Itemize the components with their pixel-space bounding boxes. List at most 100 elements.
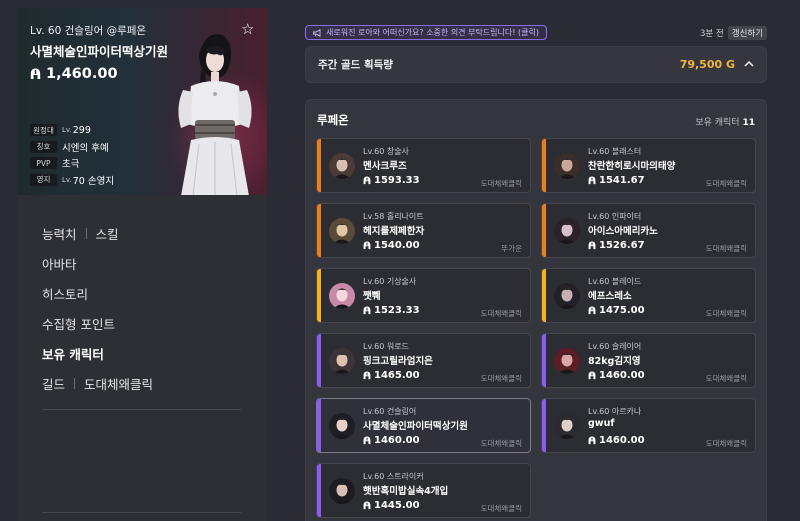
character-gold-value: 1460.00 xyxy=(599,370,645,381)
character-gold: 1460.00 xyxy=(363,435,420,446)
character-name: 멘사크루즈 xyxy=(363,161,407,172)
character-card[interactable]: Lv.60 스트라이커 햇반혹미밥실속4개입 1445.00 도대체왜클릭 xyxy=(316,463,531,518)
menu-item-collectibles[interactable]: 수집형 포인트 xyxy=(42,308,153,338)
menu-item-history[interactable]: 히스토리 xyxy=(42,278,153,308)
tier-bar xyxy=(317,464,321,517)
feedback-notice-link[interactable]: 새로워진 로아와 어떠신가요? 소중한 의견 부탁드립니다! (클릭) xyxy=(305,25,547,40)
server-name: 루페온 xyxy=(317,113,349,127)
favorite-star-icon[interactable]: ☆ xyxy=(241,20,254,38)
character-card[interactable]: Lv.60 블래스터 찬란한히로시마의태양 1541.67 도대체왜클릭 xyxy=(541,138,756,193)
character-card[interactable]: Lv.60 인파이터아이스아메리카노 1526.67 도대체왜클릭 xyxy=(541,203,756,258)
character-gold-value: 1523.33 xyxy=(374,305,420,316)
menu-stats-skill: 능력치 스킬 xyxy=(42,218,153,248)
character-level-class: Lv.60 워로드 xyxy=(363,342,409,351)
character-card[interactable]: Lv.60 워로드 핑크고릴라엄지은 1465.00 도대체왜클릭 xyxy=(316,333,531,388)
character-avatar xyxy=(329,348,355,374)
character-avatar xyxy=(554,218,580,244)
menu-item-stats[interactable]: 능력치 xyxy=(42,224,77,243)
tier-bar xyxy=(317,269,321,322)
character-guild: 도대체왜클릭 xyxy=(705,374,747,383)
character-avatar xyxy=(329,153,355,179)
character-card[interactable]: Lv.58 홀리나이트 헤지를제페한자 1540.00 뚜가운 xyxy=(316,203,531,258)
gold-helmet-icon xyxy=(588,241,596,250)
hero-gold: 1,460.00 xyxy=(30,66,118,82)
server-character-list: 루페온 보유 캐릭터 11 Lv.60 창술사 멘사크루즈 1593.33 도대체왜클… xyxy=(305,99,767,521)
character-name: 햇반혹미밥실속4개입 xyxy=(363,486,449,497)
stat-value: 초극 xyxy=(62,159,80,170)
character-avatar xyxy=(554,413,580,439)
character-card[interactable]: Lv.60 창술사 멘사크루즈 1593.33 도대체왜클릭 xyxy=(316,138,531,193)
character-card[interactable]: Lv.60 슬레이어 82kg김지영 1460.00 도대체왜클릭 xyxy=(541,333,756,388)
character-level-class: Lv.60 건슬링어 xyxy=(363,407,417,416)
owned-count-value: 11 xyxy=(742,118,755,128)
character-card[interactable]: Lv.60 아르카나 gwuf 1460.00 도대체왜클릭 xyxy=(541,398,756,453)
character-avatar xyxy=(329,413,355,439)
menu-item-guild[interactable]: 길드 xyxy=(42,374,65,393)
character-name: 아이스아메리카노 xyxy=(588,226,658,237)
character-level-class: Lv.60 블레이드 xyxy=(588,277,642,286)
character-avatar xyxy=(329,478,355,504)
refresh-button[interactable]: 갱신하기 xyxy=(727,26,768,40)
stat-value: 299 xyxy=(72,124,91,136)
character-gold-value: 1460.00 xyxy=(374,435,420,446)
menu-item-skill[interactable]: 스킬 xyxy=(96,224,119,243)
stat-estate: 영지 Lv. 70 손영지 xyxy=(30,172,114,188)
weekly-gold-value: 79,500 G xyxy=(679,58,735,71)
stat-title: 칭호 시엔의 후예 xyxy=(30,139,114,155)
character-gold: 1465.00 xyxy=(363,370,420,381)
character-gold-value: 1465.00 xyxy=(374,370,420,381)
tier-bar xyxy=(317,204,321,257)
chevron-up-icon xyxy=(744,59,754,70)
character-guild: 도대체왜클릭 xyxy=(705,179,747,188)
menu-guild: 길드 도대체왜클릭 xyxy=(42,368,153,398)
character-name: gwuf xyxy=(588,418,615,429)
character-gold-value: 1526.67 xyxy=(599,240,645,251)
stat-pvp: PVP 초극 xyxy=(30,155,114,171)
character-gold: 1523.33 xyxy=(363,305,420,316)
gold-helmet-icon xyxy=(30,68,41,79)
gold-helmet-icon xyxy=(588,176,596,185)
menu-separator xyxy=(85,227,87,239)
character-card[interactable]: Lv.60 기상술사 쨋쀄 1523.33 도대체왜클릭 xyxy=(316,268,531,323)
character-gold-value: 1475.00 xyxy=(599,305,645,316)
character-name: 쨋쀄 xyxy=(363,291,381,302)
character-card[interactable]: Lv.60 건슬링어 사멸체술인파이터떡상기원 1460.00 도대체왜클릭 xyxy=(316,398,531,453)
character-avatar xyxy=(329,218,355,244)
character-guild: 도대체왜클릭 xyxy=(705,244,747,253)
character-gold-value: 1460.00 xyxy=(599,435,645,446)
character-gold: 1593.33 xyxy=(363,175,420,186)
stat-label: 칭호 xyxy=(30,140,57,153)
stat-label: 영지 xyxy=(30,173,57,186)
menu-item-avatar[interactable]: 아바타 xyxy=(42,248,153,278)
weekly-gold-title: 주간 골드 획득량 xyxy=(318,59,393,71)
gold-helmet-icon xyxy=(363,176,371,185)
character-avatar xyxy=(329,283,355,309)
character-avatar xyxy=(554,153,580,179)
character-guild: 도대체왜클릭 xyxy=(480,504,522,513)
character-name: 에프스레소 xyxy=(588,291,632,302)
gold-helmet-icon xyxy=(363,501,371,510)
character-name: 82kg김지영 xyxy=(588,356,641,367)
character-level-class: Lv.58 홀리나이트 xyxy=(363,212,424,221)
character-profile-panel: Lv. 60 건슬링어 @루페온 사멸체술인파이터떡상기원 1,460.00 ☆… xyxy=(17,8,267,521)
weekly-gold-toggle[interactable]: 주간 골드 획득량 79,500 G xyxy=(305,46,767,83)
menu-divider-bottom xyxy=(42,512,241,513)
character-guild: 뚜가운 xyxy=(501,244,522,253)
character-name: 사멸체술인파이터떡상기원 xyxy=(363,421,468,432)
stat-prefix: Lv. xyxy=(62,126,72,134)
gold-helmet-icon xyxy=(363,436,371,445)
stat-expedition: 원정대 Lv. 299 xyxy=(30,122,114,138)
menu-item-owned-characters[interactable]: 보유 캐릭터 xyxy=(42,338,153,368)
menu-guild-name[interactable]: 도대체왜클릭 xyxy=(84,374,153,393)
character-level-class: Lv.60 기상술사 xyxy=(363,277,417,286)
character-gold-value: 1445.00 xyxy=(374,500,420,511)
character-level-class: Lv.60 인파이터 xyxy=(588,212,642,221)
character-gold: 1460.00 xyxy=(588,370,645,381)
character-guild: 도대체왜클릭 xyxy=(480,374,522,383)
character-gold: 1541.67 xyxy=(588,175,645,186)
notice-text: 새로워진 로아와 어떠신가요? 소중한 의견 부탁드립니다! (클릭) xyxy=(326,28,539,37)
updated-time: 3분 전 xyxy=(700,29,724,39)
character-guild: 도대체왜클릭 xyxy=(705,309,747,318)
character-level-class: Lv.60 창술사 xyxy=(363,147,409,156)
character-card[interactable]: Lv.60 블레이드에프스레소 1475.00 도대체왜클릭 xyxy=(541,268,756,323)
